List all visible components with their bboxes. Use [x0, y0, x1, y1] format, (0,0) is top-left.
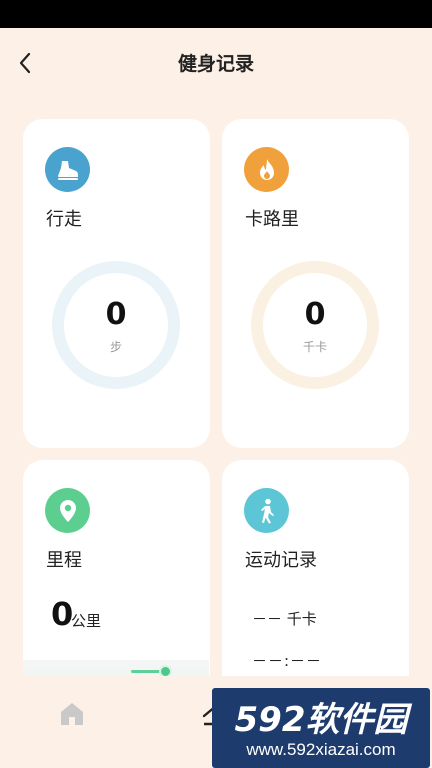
records-calories: －－ 千卡 — [252, 608, 317, 629]
walk-title: 行走 — [46, 209, 82, 230]
shoe-icon — [45, 147, 90, 192]
walk-card[interactable]: 行走 0 步 — [23, 119, 210, 448]
status-bar — [0, 0, 432, 28]
page-title: 健身记录 — [177, 53, 254, 75]
distance-card[interactable]: 里程 0 公里 — [23, 460, 210, 700]
records-calories-unit: 千卡 — [286, 610, 317, 628]
distance-title: 里程 — [46, 550, 82, 571]
records-calories-value: －－ — [252, 610, 283, 628]
distance-unit: 公里 — [71, 612, 102, 630]
flame-icon — [244, 147, 289, 192]
calories-title: 卡路里 — [245, 209, 299, 230]
watermark-logo: 592软件园 www.592xiazai.com — [212, 688, 430, 768]
walk-value: 0 — [105, 297, 127, 332]
distance-value: 0 — [51, 595, 74, 633]
home-icon — [61, 703, 83, 725]
records-time: －－:－－ — [252, 652, 323, 670]
watermark-brand: 592软件园 — [234, 700, 408, 740]
calories-value: 0 — [304, 297, 326, 332]
calories-unit: 千卡 — [302, 340, 327, 354]
records-card[interactable]: 运动记录 －－ 千卡 －－:－－ — [222, 460, 409, 700]
walking-person-icon — [244, 488, 289, 533]
watermark-url: www.592xiazai.com — [246, 740, 396, 759]
walk-unit: 步 — [109, 340, 122, 354]
location-pin-icon — [45, 488, 90, 533]
calories-card[interactable]: 卡路里 0 千卡 — [222, 119, 409, 448]
records-title: 运动记录 — [245, 550, 317, 571]
tab-home[interactable] — [58, 700, 86, 728]
header: 健身记录 — [0, 28, 432, 98]
